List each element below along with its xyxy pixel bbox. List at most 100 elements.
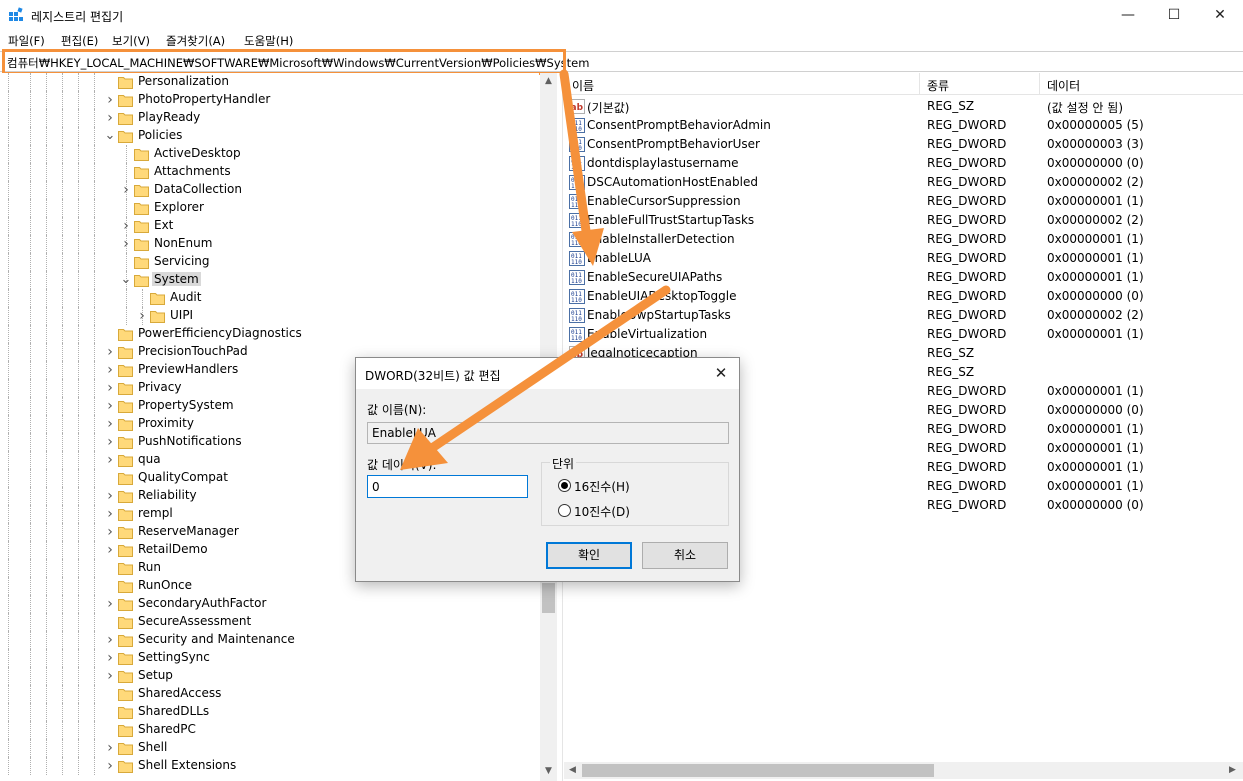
tree-item-label[interactable]: Explorer xyxy=(152,200,206,214)
tree-item[interactable]: › PlayReady xyxy=(0,109,539,127)
chevron-right-icon[interactable]: › xyxy=(104,451,116,469)
tree-item-label[interactable]: Attachments xyxy=(152,164,233,178)
chevron-right-icon[interactable]: › xyxy=(104,649,116,667)
tree-item-label[interactable]: RetailDemo xyxy=(136,542,210,556)
tree-item[interactable]: ⌄ System xyxy=(0,271,539,289)
tree-item-label[interactable]: Proximity xyxy=(136,416,196,430)
column-separator[interactable] xyxy=(1039,73,1040,95)
minimize-button[interactable]: — xyxy=(1105,0,1151,30)
tree-item-label[interactable]: Setup xyxy=(136,668,175,682)
tree-item-label[interactable]: Privacy xyxy=(136,380,183,394)
tree-item-label[interactable]: SharedDLLs xyxy=(136,704,211,718)
tree-item[interactable]: SharedPC xyxy=(0,721,539,739)
value-row[interactable]: 011 110 EnableCursorSuppression REG_DWORD 0x… xyxy=(564,192,1243,211)
chevron-right-icon[interactable]: › xyxy=(104,361,116,379)
tree-item[interactable]: Audit xyxy=(0,289,539,307)
tree-item-label[interactable]: QualityCompat xyxy=(136,470,230,484)
tree-item-label[interactable]: SecondaryAuthFactor xyxy=(136,596,268,610)
chevron-right-icon[interactable]: › xyxy=(104,487,116,505)
tree-item-label[interactable]: Shell xyxy=(136,740,169,754)
tree-item[interactable]: SecureAssessment xyxy=(0,613,539,631)
tree-item[interactable]: › SecondaryAuthFactor xyxy=(0,595,539,613)
chevron-down-icon[interactable]: ⌄ xyxy=(104,127,116,145)
tree-item[interactable]: Explorer xyxy=(0,199,539,217)
tree-item[interactable]: SharedDLLs xyxy=(0,703,539,721)
column-separator[interactable] xyxy=(919,73,920,95)
close-button[interactable]: ✕ xyxy=(1197,0,1243,30)
scroll-down-arrow-icon[interactable]: ▼ xyxy=(540,763,557,780)
chevron-right-icon[interactable]: › xyxy=(104,523,116,541)
menu-file[interactable]: 파일(F) xyxy=(8,33,45,49)
value-row[interactable]: 011 110 EnableLUA REG_DWORD 0x00000001 (1) xyxy=(564,249,1243,268)
tree-scroll-thumb[interactable] xyxy=(542,583,555,613)
list-horizontal-scrollbar[interactable]: ◀ ▶ xyxy=(564,762,1243,779)
tree-item[interactable]: PowerEfficiencyDiagnostics xyxy=(0,325,539,343)
list-scroll-thumb[interactable] xyxy=(582,764,934,777)
tree-item-label[interactable]: System xyxy=(152,272,201,286)
value-row[interactable]: 011 110 EnableFullTrustStartupTasks REG_DWO… xyxy=(564,211,1243,230)
value-data-input[interactable] xyxy=(367,475,528,498)
tree-item[interactable]: ActiveDesktop xyxy=(0,145,539,163)
tree-item-label[interactable]: DataCollection xyxy=(152,182,244,196)
tree-item-label[interactable]: PreviewHandlers xyxy=(136,362,240,376)
value-row[interactable]: 011 110 dontdisplaylastusername REG_DWORD 0x… xyxy=(564,154,1243,173)
tree-item-label[interactable]: SettingSync xyxy=(136,650,212,664)
value-row[interactable]: 011 110 EnableUIADesktopToggle REG_DWORD 0x0… xyxy=(564,287,1243,306)
tree-item[interactable]: SharedAccess xyxy=(0,685,539,703)
tree-item-label[interactable]: Servicing xyxy=(152,254,212,268)
chevron-right-icon[interactable]: › xyxy=(104,631,116,649)
value-row[interactable]: 011 110 EnableSecureUIAPaths REG_DWORD 0x000… xyxy=(564,268,1243,287)
dec-radio-label[interactable]: 10진수(D) xyxy=(574,503,630,520)
scroll-up-arrow-icon[interactable]: ▲ xyxy=(540,73,557,90)
value-row[interactable]: ab (기본값) REG_SZ (값 설정 안 됨) xyxy=(564,97,1243,116)
tree-item-label[interactable]: Policies xyxy=(136,128,184,142)
tree-item-label[interactable]: PrecisionTouchPad xyxy=(136,344,250,358)
maximize-button[interactable]: ☐ xyxy=(1151,0,1197,30)
tree-item-label[interactable]: ActiveDesktop xyxy=(152,146,243,160)
tree-item-label[interactable]: SecureAssessment xyxy=(136,614,253,628)
cancel-button[interactable]: 취소 xyxy=(642,542,728,569)
menu-edit[interactable]: 편집(E) xyxy=(61,33,98,49)
value-row[interactable]: 011 110 EnableInstallerDetection REG_DWORD 0… xyxy=(564,230,1243,249)
tree-item-label[interactable]: PhotoPropertyHandler xyxy=(136,92,272,106)
scroll-right-arrow-icon[interactable]: ▶ xyxy=(1224,762,1241,779)
tree-item-label[interactable]: rempl xyxy=(136,506,175,520)
tree-item[interactable]: › NonEnum xyxy=(0,235,539,253)
scroll-left-arrow-icon[interactable]: ◀ xyxy=(564,762,581,779)
chevron-right-icon[interactable]: › xyxy=(104,343,116,361)
menu-favorites[interactable]: 즐겨찾기(A) xyxy=(166,33,225,49)
tree-item-label[interactable]: PlayReady xyxy=(136,110,202,124)
menu-view[interactable]: 보기(V) xyxy=(112,33,150,49)
value-row[interactable]: 011 110 ConsentPromptBehaviorUser REG_DWORD… xyxy=(564,135,1243,154)
chevron-right-icon[interactable]: › xyxy=(104,595,116,613)
tree-item-label[interactable]: Ext xyxy=(152,218,175,232)
dialog-close-icon[interactable]: ✕ xyxy=(709,362,733,384)
chevron-right-icon[interactable]: › xyxy=(104,757,116,775)
tree-item-label[interactable]: PushNotifications xyxy=(136,434,244,448)
tree-item-label[interactable]: qua xyxy=(136,452,163,466)
tree-item[interactable]: › UIPI xyxy=(0,307,539,325)
tree-item[interactable]: › Shell xyxy=(0,739,539,757)
hex-radio-label[interactable]: 16진수(H) xyxy=(574,478,630,495)
column-header-data[interactable]: 데이터 xyxy=(1047,77,1080,94)
tree-item[interactable]: › PhotoPropertyHandler xyxy=(0,91,539,109)
chevron-right-icon[interactable]: › xyxy=(104,415,116,433)
chevron-right-icon[interactable]: › xyxy=(104,505,116,523)
menu-help[interactable]: 도움말(H) xyxy=(244,33,293,49)
tree-item-label[interactable]: Reliability xyxy=(136,488,199,502)
chevron-right-icon[interactable]: › xyxy=(104,433,116,451)
tree-item-label[interactable]: ReserveManager xyxy=(136,524,241,538)
column-header-name[interactable]: 이름 xyxy=(572,77,594,94)
column-header-type[interactable]: 종류 xyxy=(927,77,949,94)
dec-radio[interactable] xyxy=(558,504,571,517)
value-row[interactable]: 011 110 EnableUwpStartupTasks REG_DWORD 0x00… xyxy=(564,306,1243,325)
tree-item-label[interactable]: Shell Extensions xyxy=(136,758,238,772)
chevron-right-icon[interactable]: › xyxy=(104,379,116,397)
chevron-right-icon[interactable]: › xyxy=(104,739,116,757)
hex-radio[interactable] xyxy=(558,479,571,492)
tree-item[interactable]: › Security and Maintenance xyxy=(0,631,539,649)
tree-item[interactable]: › Ext xyxy=(0,217,539,235)
tree-item[interactable]: ⌄ Policies xyxy=(0,127,539,145)
chevron-right-icon[interactable]: › xyxy=(104,541,116,559)
chevron-right-icon[interactable]: › xyxy=(120,235,132,253)
